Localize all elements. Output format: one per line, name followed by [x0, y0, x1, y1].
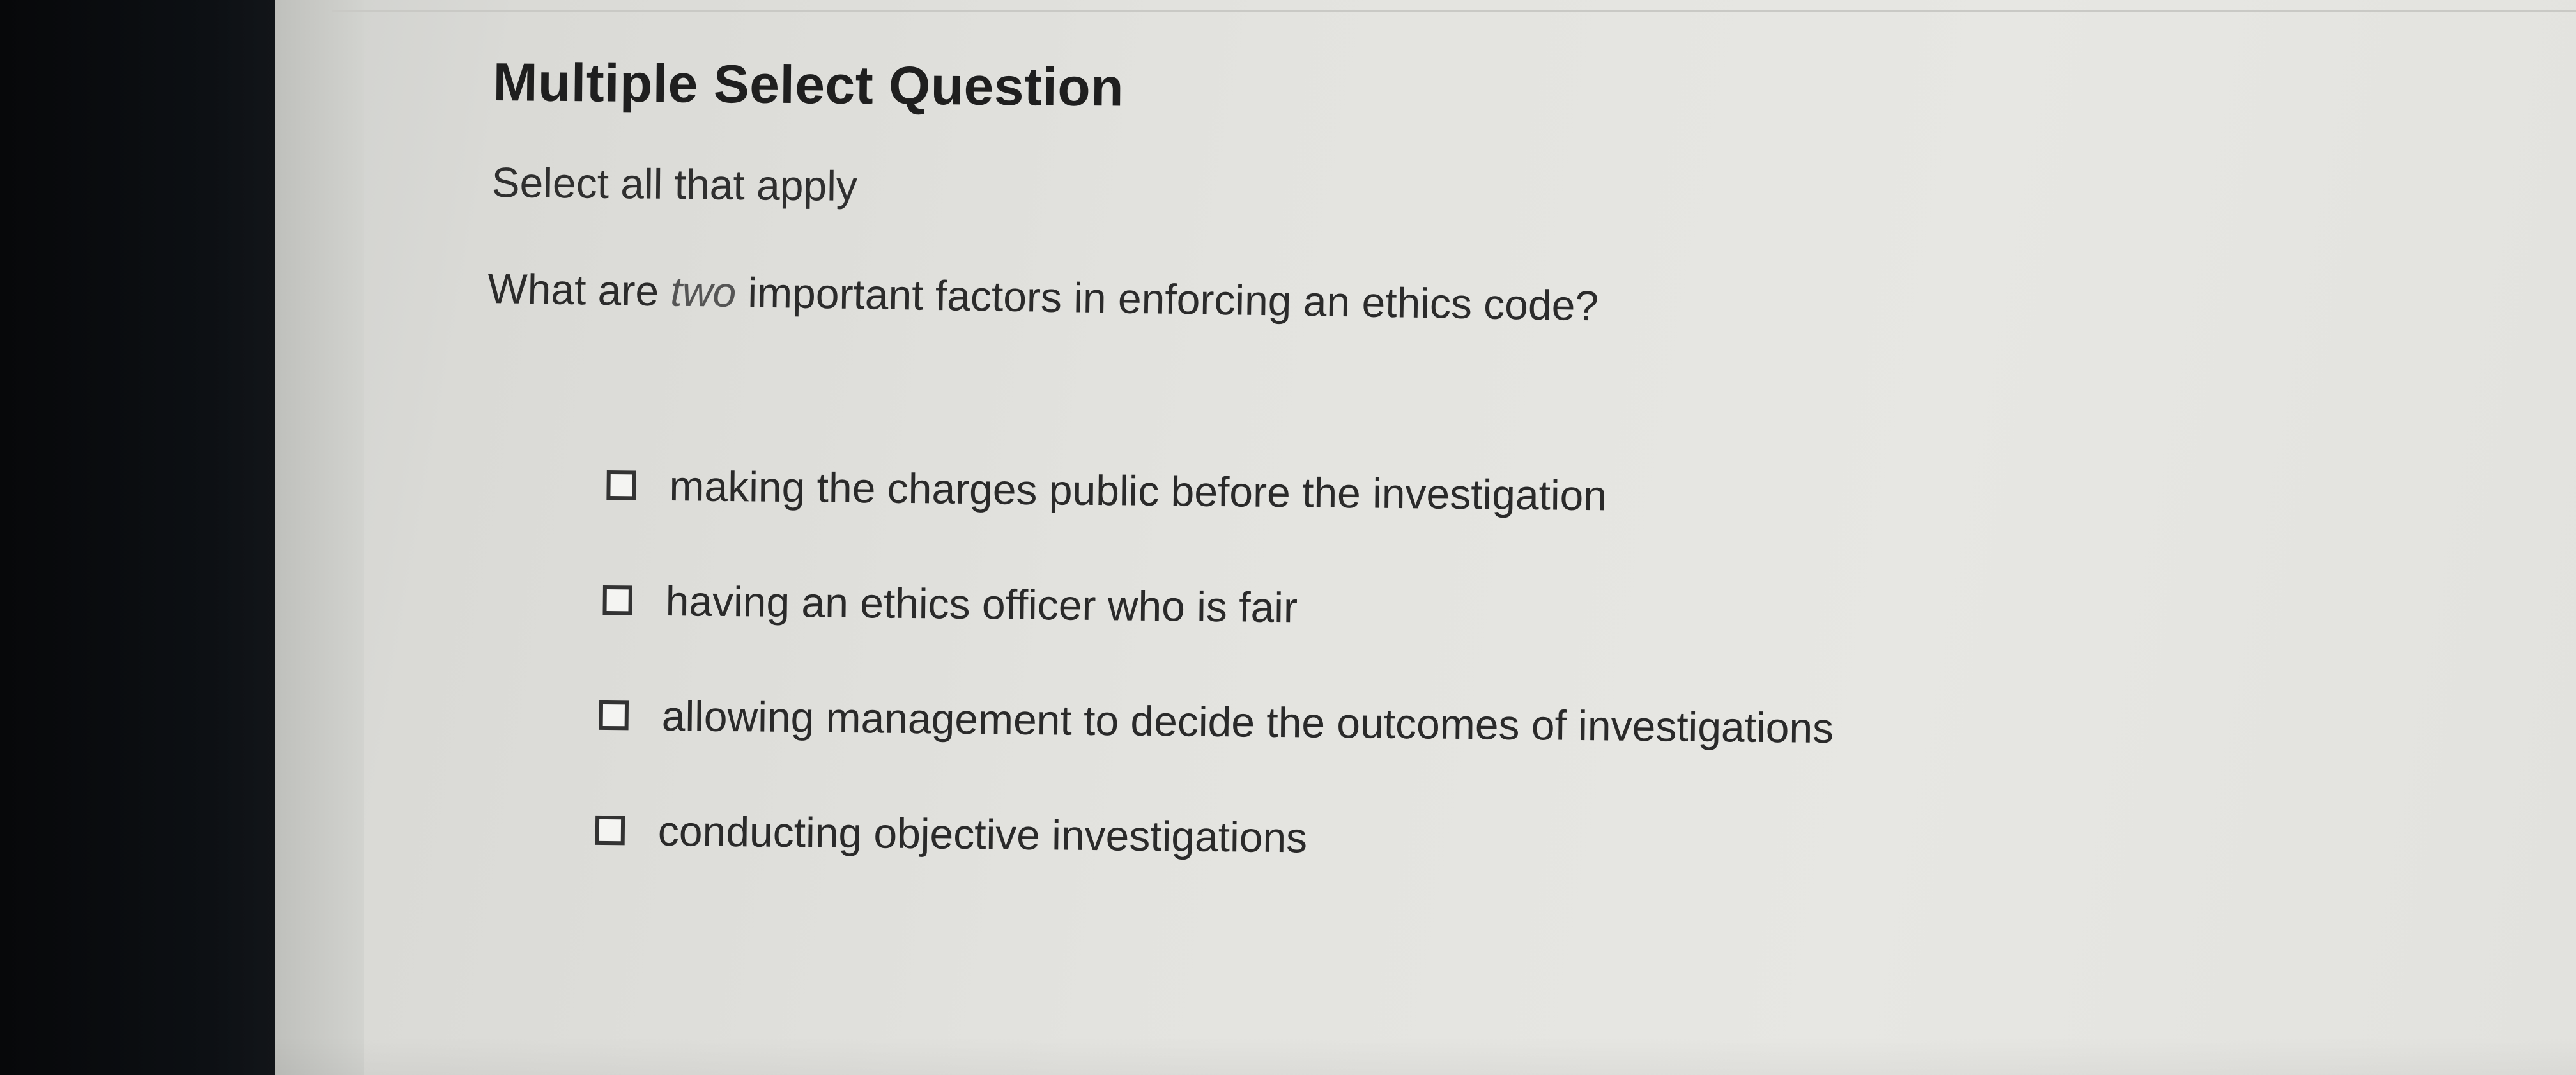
checkbox-unchecked-icon[interactable] [599, 700, 629, 731]
answer-options-list: making the charges public before the inv… [595, 460, 2345, 874]
prompt-emphasis: two [670, 267, 737, 316]
top-divider [332, 10, 2576, 12]
answer-option-label[interactable]: allowing management to decide the outcom… [661, 692, 1834, 752]
answer-option-3[interactable]: allowing management to decide the outcom… [599, 690, 2342, 759]
screen-bottom-shade [275, 1037, 2576, 1075]
screen-left-edge [275, 0, 364, 1075]
answer-option-2[interactable]: having an ethics officer who is fair [602, 575, 2343, 644]
question-panel: Multiple Select Question Select all that… [487, 51, 2345, 920]
checkbox-unchecked-icon[interactable] [606, 470, 636, 500]
answer-option-4[interactable]: conducting objective investigations [595, 805, 2342, 874]
checkbox-unchecked-icon[interactable] [602, 585, 632, 615]
answer-option-label[interactable]: having an ethics officer who is fair [665, 576, 1298, 631]
checkbox-unchecked-icon[interactable] [595, 815, 625, 846]
prompt-text-start: What are [487, 264, 671, 315]
question-type-heading: Multiple Select Question [493, 51, 1124, 118]
screen: Multiple Select Question Select all that… [275, 0, 2576, 1075]
answer-option-label[interactable]: conducting objective investigations [658, 807, 1308, 862]
question-instruction: Select all that apply [491, 158, 858, 210]
answer-option-label[interactable]: making the charges public before the inv… [669, 461, 1607, 520]
answer-option-1[interactable]: making the charges public before the inv… [606, 460, 2345, 529]
monitor-bezel [0, 0, 300, 1075]
prompt-text-end: important factors in enforcing an ethics… [735, 268, 1599, 330]
question-prompt: What are two important factors in enforc… [487, 264, 2345, 342]
